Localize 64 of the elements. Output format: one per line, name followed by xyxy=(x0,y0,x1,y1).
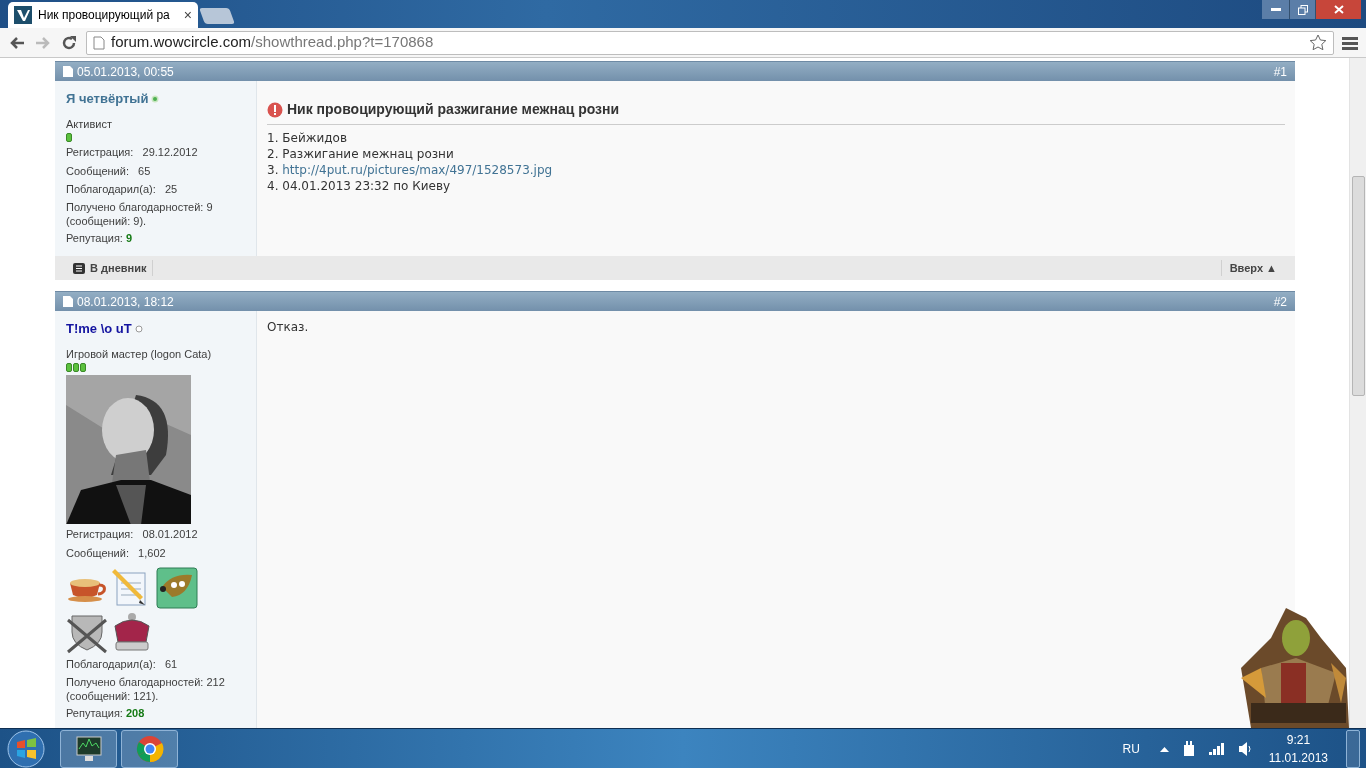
address-bar[interactable]: forum.wowcircle.com/showthread.php?t=170868 xyxy=(86,30,1334,55)
minimize-icon xyxy=(1270,7,1281,12)
signal-icon[interactable] xyxy=(1208,742,1225,755)
browser-tab[interactable]: Ник провоцирующий ра × xyxy=(8,2,198,28)
document-icon xyxy=(63,66,73,77)
chrome-icon xyxy=(135,734,164,763)
username-link[interactable]: Я четвёртый xyxy=(66,89,149,109)
image-link[interactable]: http://4put.ru/pictures/max/497/1528573.jpg xyxy=(282,163,553,177)
rank-pip xyxy=(66,133,72,142)
monitor-icon xyxy=(74,734,103,763)
user-stat: Поблагодарил(а): 25 xyxy=(66,182,179,197)
post-text-line: Отказ. xyxy=(267,319,310,335)
power-plug-icon[interactable] xyxy=(1182,740,1195,757)
restore-icon xyxy=(1297,4,1308,15)
user-stat: Сообщений: 1,602 xyxy=(66,545,167,561)
reputation: Репутация: 9 xyxy=(66,230,134,246)
taskbar-button[interactable] xyxy=(60,729,117,768)
scrollbar[interactable] xyxy=(1349,58,1366,728)
close-icon xyxy=(1333,5,1344,14)
tray-expand-icon[interactable] xyxy=(1159,745,1169,752)
tab-title: Ник провоцирующий ра xyxy=(38,7,171,24)
url-text: forum.wowcircle.com/showthread.php?t=170868 xyxy=(111,32,434,53)
start-button[interactable] xyxy=(6,729,46,768)
back-to-top-link[interactable]: Вверх ▲ xyxy=(1220,259,1277,277)
new-tab-button[interactable] xyxy=(199,8,235,24)
document-icon xyxy=(63,296,73,307)
back-icon[interactable] xyxy=(8,34,26,51)
post-text-line: 4. 04.01.2013 23:32 по Киеву xyxy=(267,178,452,194)
post-title: Ник провоцирующий разжигание межнац розни xyxy=(287,100,620,119)
close-button[interactable] xyxy=(1315,0,1361,19)
reload-icon[interactable] xyxy=(60,33,78,52)
star-icon[interactable] xyxy=(1309,33,1327,52)
shield-swords-icon xyxy=(66,612,108,654)
clock[interactable]: 9:21 11.01.2013 xyxy=(1268,730,1328,767)
post-text-line: 3. http://4put.ru/pictures/max/497/1528573.jpg xyxy=(267,162,554,178)
menu-icon[interactable] xyxy=(1342,35,1358,50)
tab-close-button[interactable]: × xyxy=(183,8,192,22)
post-date: 08.01.2013, 18:12 xyxy=(77,293,174,311)
minimize-button[interactable] xyxy=(1262,0,1289,19)
diary-link[interactable]: В дневник xyxy=(73,259,154,277)
show-desktop-button[interactable] xyxy=(1346,729,1360,768)
thanks-received: Получено благодарностей: 9 (сообщений: 9). xyxy=(66,199,214,228)
page-icon xyxy=(93,35,105,50)
user-stat: Регистрация: 08.01.2012 xyxy=(66,527,199,542)
user-stat: Сообщений: 65 xyxy=(66,163,152,179)
taskbar-button[interactable] xyxy=(121,729,178,768)
user-rank: Игровой мастер (logon Cata) xyxy=(66,346,213,362)
username-link[interactable]: T!me \o uT xyxy=(66,319,132,339)
site-logo-icon xyxy=(14,6,32,24)
restore-button[interactable] xyxy=(1289,0,1315,19)
scrollbar-thumb[interactable] xyxy=(1351,176,1365,396)
post-text-line: 1. Бейжидов xyxy=(267,130,348,146)
post-text-line: 2. Разжигание межнац розни xyxy=(267,146,455,162)
crown-icon xyxy=(111,612,153,654)
journal-icon xyxy=(73,262,85,274)
user-stat: Поблагодарил(а): 61 xyxy=(66,657,179,672)
warning-icon xyxy=(267,101,283,118)
volume-icon[interactable] xyxy=(1238,741,1251,756)
reputation: Репутация: 208 xyxy=(66,705,146,721)
language-indicator[interactable]: RU xyxy=(1122,739,1140,758)
user-rank: Активист xyxy=(66,116,113,132)
user-stat: Регистрация: 29.12.2012 xyxy=(66,145,199,160)
post-date: 05.01.2013, 00:55 xyxy=(77,63,174,81)
thanks-received: Получено благодарностей: 212 (сообщений: 121). xyxy=(66,674,226,703)
